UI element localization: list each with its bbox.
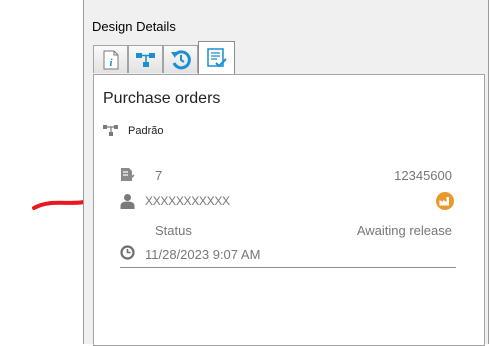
order-number[interactable]: 12345600 <box>394 168 452 183</box>
items-count: 7 <box>155 168 163 183</box>
user-icon <box>120 194 135 209</box>
section-title: Purchase orders <box>103 90 221 107</box>
process-label: Padrão <box>128 124 164 137</box>
tab-history[interactable] <box>163 45 198 73</box>
panel-title: Design Details <box>92 19 176 34</box>
order-divider <box>120 267 456 268</box>
flow-icon <box>103 125 118 136</box>
tab-content: Purchase orders Padrão 7 12345600 XXXXXX… <box>93 74 485 346</box>
status-value: Awaiting release <box>356 223 452 238</box>
flow-icon <box>135 52 155 67</box>
tab-orders[interactable] <box>198 41 235 74</box>
tab-flow[interactable] <box>128 45 163 73</box>
factory-icon[interactable] <box>436 192 454 210</box>
tab-info[interactable]: i <box>93 45 128 73</box>
history-icon <box>170 49 191 69</box>
process-row: Padrão <box>103 124 163 137</box>
items-count-icon <box>121 168 135 182</box>
checklist-icon <box>206 48 227 68</box>
clock-icon <box>120 245 135 260</box>
supplier-name: XXXXXXXXXXX <box>145 194 230 208</box>
info-icon: i <box>103 50 118 69</box>
design-details-panel: Design Details i Purchase orders Padrão … <box>83 0 489 346</box>
order-datetime: 11/28/2023 9:07 AM <box>145 247 261 262</box>
status-label: Status <box>155 223 192 238</box>
